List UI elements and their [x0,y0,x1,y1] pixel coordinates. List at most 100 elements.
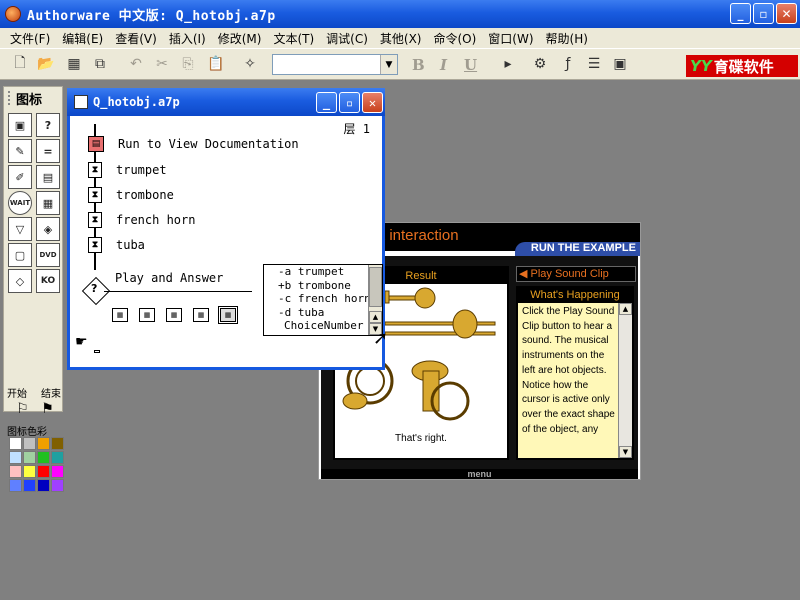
navigate-icon[interactable]: ✐ [8,165,32,189]
chevron-down-icon[interactable]: ▼ [380,55,397,74]
color-swatch[interactable] [9,465,22,478]
menu-help[interactable]: 帮助(H) [540,30,594,47]
color-swatch[interactable] [23,437,36,450]
interaction-icon[interactable]: ▦ [36,191,60,215]
calculation-icon[interactable]: ▽ [8,217,32,241]
flow-item-trumpet[interactable]: ⧗ trumpet [88,160,167,180]
response-item[interactable]: -d tuba [264,306,382,320]
color-swatch[interactable] [37,451,50,464]
palette-title-bar[interactable]: 图标 [4,87,62,109]
menu-commands[interactable]: 命令(O) [427,30,482,47]
hot-object-response-icon[interactable]: ▦ [112,308,128,322]
color-swatch[interactable] [9,437,22,450]
menu-other[interactable]: 其他(X) [374,30,428,47]
color-swatch[interactable] [51,479,64,492]
paste-icon[interactable]: 📋 [206,54,226,74]
flow-item-french-horn[interactable]: ⧗ french horn [88,210,195,230]
new-file-icon[interactable]: 🗋 [10,54,30,74]
play-sound-clip-button[interactable]: ◀ Play Sound Clip [516,266,636,282]
color-swatch[interactable] [37,479,50,492]
response-item[interactable]: -a trumpet [264,265,382,279]
erase-icon[interactable]: ✎ [8,139,32,163]
end-flag-icon[interactable]: ⚑ [41,401,54,417]
flowline-title-bar[interactable]: Q_hotobj.a7p _ ▫ ✕ [67,88,385,116]
color-swatch[interactable] [37,465,50,478]
trombone-hot-object[interactable] [384,309,496,339]
response-list[interactable]: -a trumpet +b trombone -c french horn -d… [263,264,383,336]
scroll-thumb[interactable] [369,267,382,307]
color-swatch[interactable] [23,479,36,492]
interaction-label[interactable]: Play and Answer [115,271,223,285]
menu-window[interactable]: 窗口(W) [482,30,539,47]
flow-item-run-documentation[interactable]: ▤ Run to View Documentation [88,134,299,154]
response-item[interactable]: ChoiceNumber [264,319,382,333]
flow-item-tuba[interactable]: ⧗ tuba [88,235,145,255]
response-item[interactable]: +b trombone [264,279,382,293]
video-icon[interactable]: ◇ [8,269,32,293]
close-button[interactable]: ✕ [776,3,797,24]
import-icon[interactable]: ⧉ [90,54,110,74]
motion-icon[interactable]: ? [36,113,60,137]
bold-button[interactable]: B [412,56,425,74]
flowline-close-button[interactable]: ✕ [362,92,383,113]
open-file-icon[interactable]: 📂 [36,54,56,74]
color-swatch[interactable] [37,437,50,450]
decision-icon[interactable]: WAIT [8,191,32,215]
color-swatch[interactable] [9,451,22,464]
flowline-maximize-button[interactable]: ▫ [339,92,360,113]
color-swatch[interactable] [51,451,64,464]
tuba-hot-object[interactable] [411,360,470,421]
hot-object-response-icon[interactable]: ▦ [193,308,209,322]
functions-icon[interactable]: ƒ [558,54,578,74]
color-swatch[interactable] [51,465,64,478]
app-title-bar[interactable]: Authorware 中文版: Q_hotobj.a7p _ ▫ ✕ [0,0,800,28]
menu-view[interactable]: 查看(V) [109,30,163,47]
map-icon[interactable]: ◈ [36,217,60,241]
knowledge-object-icon[interactable]: KO [36,269,60,293]
restore-button[interactable]: ▫ [753,3,774,24]
menu-insert[interactable]: 插入(I) [163,30,212,47]
menu-file[interactable]: 文件(F) [4,30,56,47]
knowledge-objects-icon[interactable]: ▣ [610,54,630,74]
underline-button[interactable]: U [464,56,477,74]
restart-icon[interactable]: ▸ [498,54,518,74]
color-swatch[interactable] [9,479,22,492]
digital-movie-icon[interactable]: ▢ [8,243,32,267]
menu-debug[interactable]: 调试(C) [320,30,374,47]
cut-icon[interactable]: ✂ [152,54,172,74]
menu-modify[interactable]: 修改(M) [212,30,268,47]
italic-button[interactable]: I [440,56,447,74]
presentation-menu-bar[interactable]: menu [321,469,638,479]
wait-icon[interactable]: = [36,139,60,163]
flowline-minimize-button[interactable]: _ [316,92,337,113]
conditional-response-icon[interactable]: ▦ [218,306,238,324]
minimize-button[interactable]: _ [730,3,751,24]
response-list-scrollbar[interactable]: ▲ ▼ [368,265,382,335]
undo-icon[interactable]: ↶ [126,54,146,74]
flowline-window[interactable]: Q_hotobj.a7p _ ▫ ✕ 层 1 ▤ Run to View Doc… [67,88,385,370]
copy-icon[interactable]: ⎘ [178,54,198,74]
control-panel-icon[interactable]: ⚙ [530,54,550,74]
grip-icon[interactable] [8,91,12,105]
color-swatch[interactable] [51,437,64,450]
scroll-up-icon[interactable]: ▲ [619,303,632,315]
scroll-down-icon[interactable]: ▼ [619,446,632,458]
menu-text[interactable]: 文本(T) [267,30,320,47]
response-item[interactable]: -c french horn [264,292,382,306]
framework-icon[interactable]: ▤ [36,165,60,189]
variables-icon[interactable]: ☰ [584,54,604,74]
hot-object-response-icon[interactable]: ▦ [139,308,155,322]
find-icon[interactable]: ✧ [240,54,260,74]
text-style-combo[interactable]: ▼ [272,54,398,75]
flow-item-trombone[interactable]: ⧗ trombone [88,185,174,205]
whats-happening-scrollbar[interactable]: ▲ ▼ [618,303,632,458]
start-flag-icon[interactable]: ⚐ [16,401,29,417]
save-all-icon[interactable]: ▦ [64,54,84,74]
menu-edit[interactable]: 编辑(E) [56,30,109,47]
sound-icon[interactable]: DVD [36,243,60,267]
run-example-tab[interactable]: RUN THE EXAMPLE [515,242,640,256]
display-icon[interactable]: ▣ [8,113,32,137]
color-swatch[interactable] [23,451,36,464]
color-swatch[interactable] [23,465,36,478]
scroll-up-icon[interactable]: ▲ [369,311,382,323]
